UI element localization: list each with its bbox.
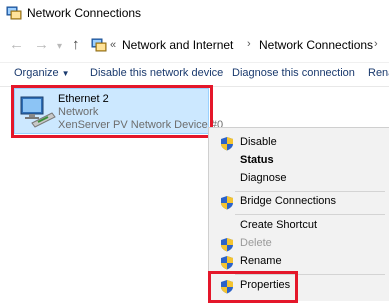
menu-separator — [235, 214, 385, 215]
menu-item-label: Delete — [240, 237, 272, 249]
address-bar: ← → ▾ ↑ « Network and Internet › Network… — [0, 30, 389, 60]
back-arrow-icon[interactable]: ← — [9, 37, 24, 53]
menu-item-diagnose[interactable]: Diagnose — [209, 169, 389, 189]
organize-label: Organize — [14, 67, 59, 79]
up-arrow-icon[interactable]: ↑ — [72, 37, 80, 53]
window-title: Network Connections — [27, 6, 142, 20]
address-overflow-icon[interactable]: « — [110, 39, 116, 51]
menu-item-delete[interactable]: Delete — [209, 234, 389, 254]
menu-item-label: Status — [240, 154, 274, 166]
rename-button[interactable]: Rena — [368, 67, 389, 79]
disable-device-button[interactable]: Disable this network device — [90, 67, 223, 79]
shield-icon — [221, 238, 233, 252]
menu-item-disable[interactable]: Disable — [209, 133, 389, 153]
shield-icon — [221, 256, 233, 270]
menu-item-status[interactable]: Status — [209, 151, 389, 171]
menu-item-rename[interactable]: Rename — [209, 252, 389, 272]
dropdown-caret-icon: ▼ — [61, 69, 70, 78]
menu-item-label: Disable — [240, 136, 277, 148]
breadcrumb-separator-icon[interactable]: › — [374, 38, 378, 50]
shield-icon — [221, 196, 233, 210]
forward-arrow-icon[interactable]: → — [34, 37, 49, 53]
network-connections-icon — [91, 38, 107, 52]
menu-item-bridge-connections[interactable]: Bridge Connections — [209, 192, 389, 212]
breadcrumb-network-connections[interactable]: Network Connections — [259, 38, 373, 52]
title-bar: Network Connections — [0, 0, 389, 26]
properties-highlight-box — [208, 271, 298, 303]
organize-button[interactable]: Organize ▼ — [14, 67, 70, 79]
menu-item-label: Bridge Connections — [240, 195, 337, 207]
diagnose-connection-button[interactable]: Diagnose this connection — [232, 67, 355, 79]
breadcrumb-separator-icon[interactable]: › — [247, 38, 251, 50]
menu-item-label: Rename — [240, 255, 282, 267]
shield-icon — [221, 137, 233, 151]
menu-item-create-shortcut[interactable]: Create Shortcut — [209, 216, 389, 236]
recent-locations-chevron-icon[interactable]: ▾ — [57, 39, 62, 55]
adapter-highlight-box — [11, 85, 213, 138]
menu-item-label: Create Shortcut — [240, 219, 318, 231]
command-bar: Organize ▼ Disable this network device Di… — [0, 63, 389, 85]
network-connections-icon — [6, 6, 22, 20]
breadcrumb-network-and-internet[interactable]: Network and Internet — [122, 38, 233, 52]
menu-item-label: Diagnose — [240, 172, 287, 184]
